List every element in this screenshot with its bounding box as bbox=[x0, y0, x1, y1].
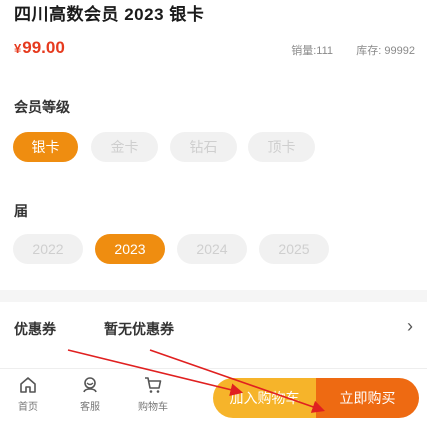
cohort-option-2025[interactable]: 2025 bbox=[259, 234, 329, 264]
nav-home[interactable]: 首页 bbox=[8, 375, 48, 413]
nav-home-label: 首页 bbox=[18, 402, 38, 413]
tier-option-gold[interactable]: 金卡 bbox=[91, 132, 158, 162]
stock-count: 库存: 99992 bbox=[356, 45, 415, 57]
nav-cart[interactable]: 购物车 bbox=[133, 375, 173, 413]
coupon-value: 暂无优惠券 bbox=[104, 321, 174, 337]
nav-service[interactable]: 客服 bbox=[70, 375, 110, 413]
price-value: 99.00 bbox=[22, 38, 65, 57]
cart-icon bbox=[145, 377, 162, 393]
currency-symbol: ¥ bbox=[14, 41, 22, 56]
coupon-row[interactable]: 优惠券 暂无优惠券 › bbox=[0, 312, 427, 346]
tier-option-diamond[interactable]: 钻石 bbox=[170, 132, 237, 162]
home-icon bbox=[20, 377, 36, 393]
coupon-label: 优惠券 bbox=[14, 321, 56, 337]
nav-service-label: 客服 bbox=[80, 402, 100, 413]
buy-now-button[interactable]: 立即购买 bbox=[316, 378, 419, 418]
product-price: ¥99.00 bbox=[14, 38, 65, 58]
tier-section-label: 会员等级 bbox=[14, 99, 70, 115]
purchase-button-group: 加入购物车 立即购买 bbox=[213, 378, 419, 418]
cohort-option-2024[interactable]: 2024 bbox=[177, 234, 247, 264]
add-to-cart-button[interactable]: 加入购物车 bbox=[213, 378, 316, 418]
cohort-section-label: 届 bbox=[14, 203, 28, 219]
tier-option-silver[interactable]: 银卡 bbox=[13, 132, 78, 162]
headset-icon bbox=[83, 377, 97, 393]
product-title: 四川高数会员 2023 银卡 bbox=[14, 5, 205, 24]
section-divider bbox=[0, 290, 427, 302]
cohort-option-2022[interactable]: 2022 bbox=[13, 234, 83, 264]
nav-cart-label: 购物车 bbox=[138, 402, 168, 413]
tier-option-top[interactable]: 顶卡 bbox=[248, 132, 315, 162]
sales-count: 销量:111 bbox=[291, 45, 333, 57]
annotation-arrows bbox=[67, 349, 326, 413]
cohort-option-2023[interactable]: 2023 bbox=[95, 234, 165, 264]
chevron-right-icon: › bbox=[407, 316, 413, 336]
